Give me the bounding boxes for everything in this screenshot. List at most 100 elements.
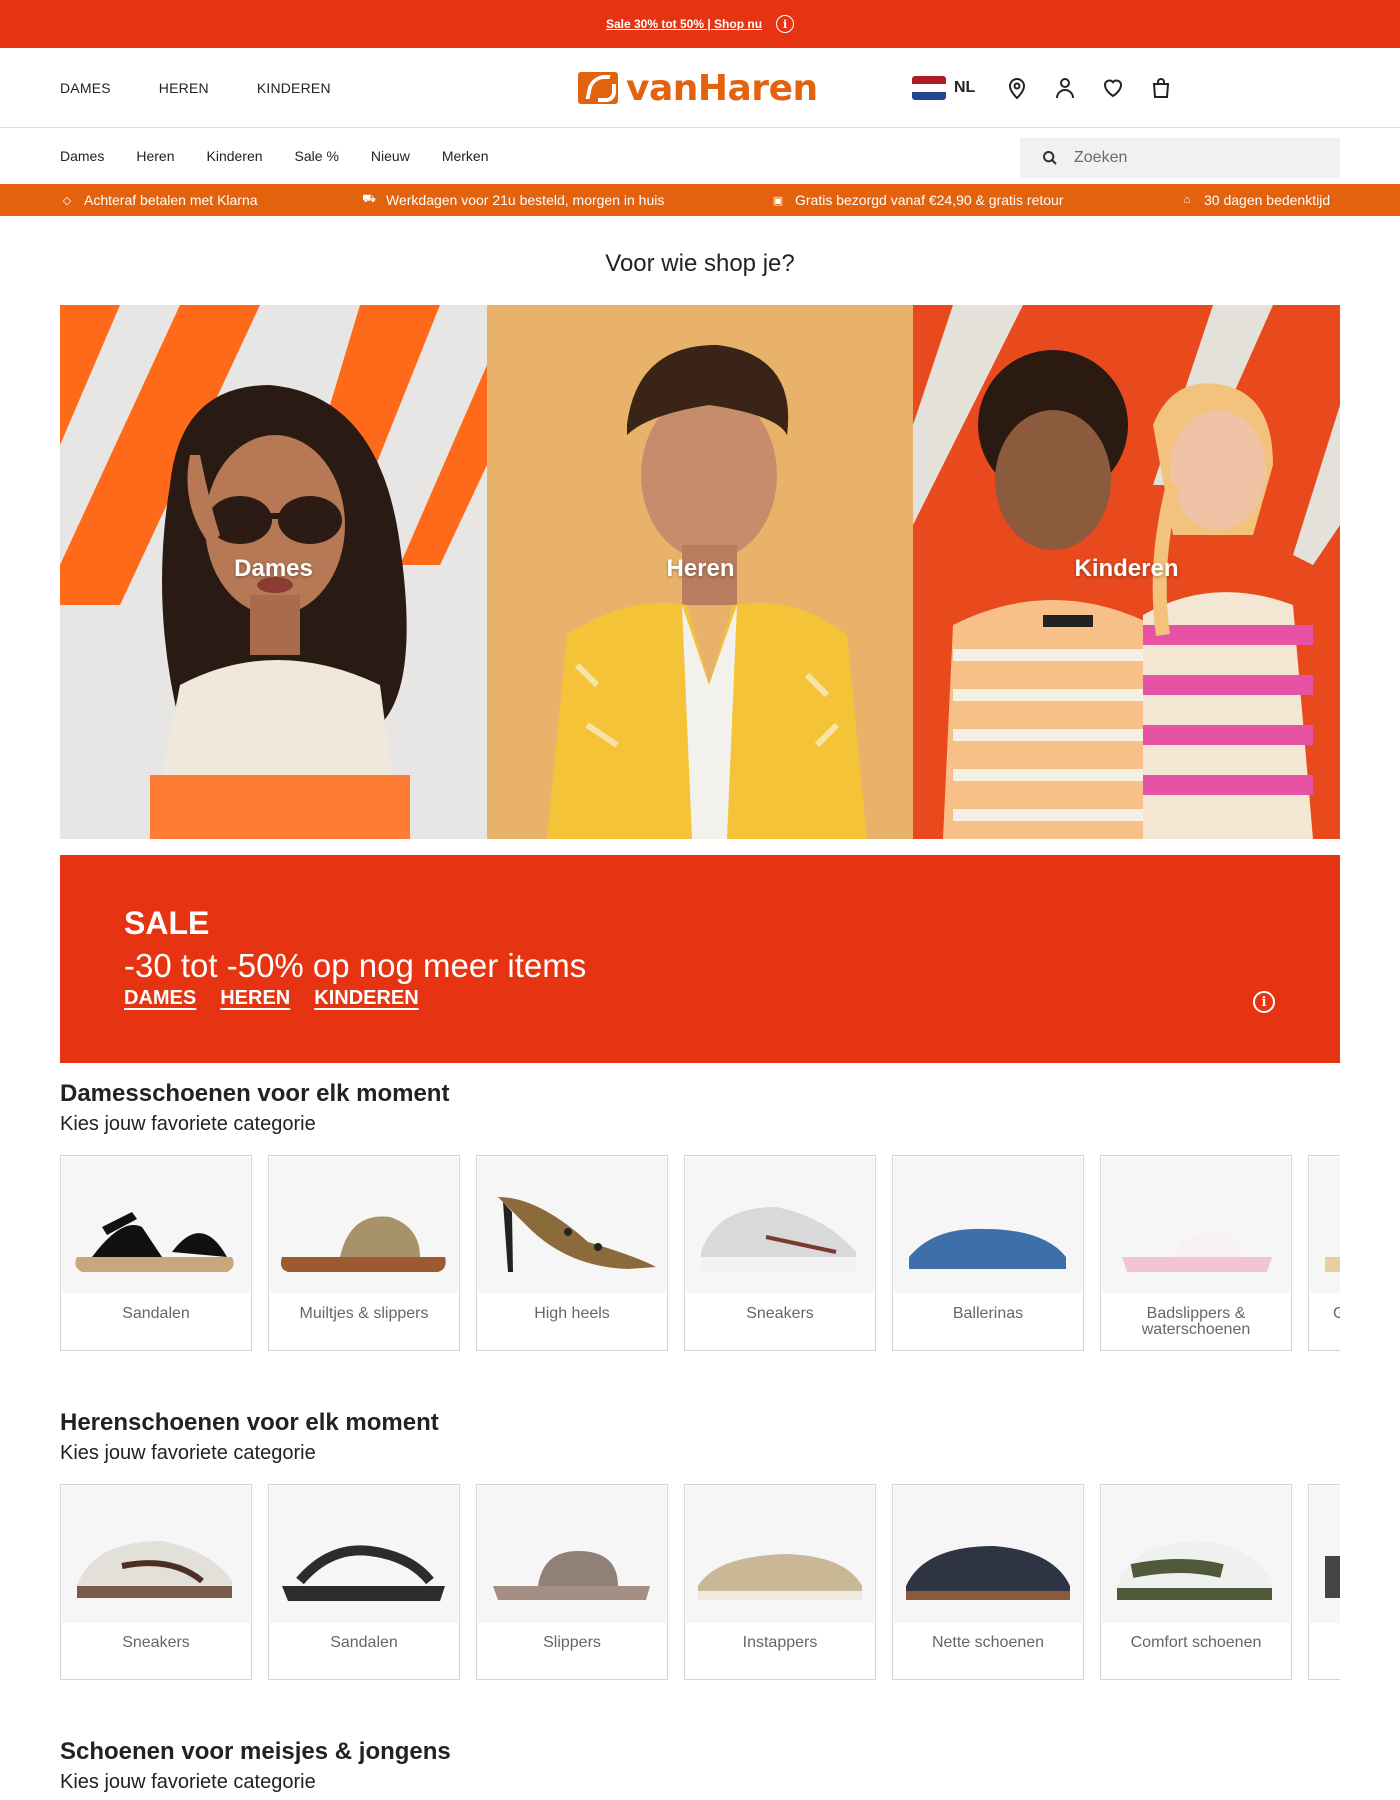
product-image	[1102, 1157, 1290, 1294]
usp-text: Achteraf betalen met Klarna	[84, 192, 258, 208]
subnav-item-sale[interactable]: Sale %	[295, 148, 339, 164]
dutch-flag-icon	[912, 76, 946, 100]
product-image	[686, 1486, 874, 1623]
category-label: Badslippers & waterschoenen	[1141, 1305, 1251, 1338]
gift-icon: ▣	[772, 194, 784, 207]
category-label: Muiltjes & slippers	[299, 1305, 429, 1322]
product-image	[686, 1157, 874, 1294]
search-icon	[1043, 151, 1057, 165]
hero-tile-label: Heren	[666, 555, 735, 582]
category-label: High heels	[534, 1305, 610, 1322]
usp-text: Gratis bezorgd vanaf €24,90 & gratis ret…	[795, 192, 1064, 208]
category-label: Ballerinas	[952, 1305, 1024, 1322]
category-label: Slippers	[543, 1634, 601, 1651]
category-card[interactable]: Muiltjes & slippers	[268, 1155, 460, 1351]
sale-banner[interactable]: SALE -30 tot -50% op nog meer items DAME…	[60, 855, 1340, 1063]
product-image	[478, 1157, 666, 1294]
product-image	[270, 1486, 458, 1623]
hero-tile-kinderen[interactable]: Kinderen	[913, 305, 1340, 839]
subnav-item-merken[interactable]: Merken	[442, 148, 489, 164]
product-image	[478, 1486, 666, 1623]
section-title-dames: Damesschoenen voor elk moment	[60, 1080, 450, 1107]
search-box[interactable]	[1020, 138, 1340, 178]
product-image	[894, 1486, 1082, 1623]
category-carousel-heren: Sneakers Sandalen Slippers Instappers Ne…	[60, 1484, 1340, 1680]
search-input[interactable]	[1074, 149, 1314, 167]
section-title-heren: Herenschoenen voor elk moment	[60, 1409, 439, 1436]
section-subtitle: Kies jouw favoriete categorie	[60, 1442, 316, 1464]
language-selector[interactable]: NL	[912, 76, 975, 100]
category-label: Sandalen	[330, 1634, 398, 1651]
category-card[interactable]: Sneakers	[60, 1484, 252, 1680]
category-label: Sandalen	[122, 1305, 190, 1322]
usp-klarna: ◇ Achteraf betalen met Klarna	[60, 184, 258, 216]
category-card[interactable]: Sandalen	[268, 1484, 460, 1680]
category-label: Sneakers	[746, 1305, 814, 1322]
sale-link-kinderen[interactable]: KINDEREN	[314, 987, 418, 1010]
product-image	[1102, 1486, 1290, 1623]
sale-title: SALE	[124, 905, 210, 941]
tag-icon: ◇	[62, 194, 72, 207]
heart-icon[interactable]	[1099, 74, 1127, 102]
category-label: Sneakers	[122, 1634, 190, 1651]
main-nav-heren[interactable]: HEREN	[159, 80, 209, 96]
account-icon[interactable]	[1051, 74, 1079, 102]
section-heading: Voor wie shop je?	[605, 250, 795, 277]
category-card[interactable]	[1308, 1484, 1340, 1680]
category-label: Nette schoenen	[931, 1634, 1045, 1651]
logo-text: vanHaren	[626, 67, 818, 109]
usp-text: 30 dagen bedenktijd	[1204, 192, 1331, 208]
product-image	[62, 1157, 250, 1294]
category-card[interactable]: Instappers	[684, 1484, 876, 1680]
shopping-bag-icon[interactable]	[1147, 74, 1175, 102]
category-card[interactable]: Slippers	[476, 1484, 668, 1680]
info-icon[interactable]: i	[776, 15, 795, 33]
product-image	[1310, 1486, 1340, 1623]
location-pin-icon[interactable]	[1003, 74, 1031, 102]
sale-subtitle: -30 tot -50% op nog meer items	[124, 947, 587, 984]
category-nav: Dames Heren Kinderen Sale % Nieuw Merken	[0, 128, 1400, 184]
category-card[interactable]: Sneakers	[684, 1155, 876, 1351]
category-card[interactable]: Comfort schoenen	[1100, 1484, 1292, 1680]
subnav-item-nieuw[interactable]: Nieuw	[371, 148, 410, 164]
usp-free-shipping: ▣ Gratis bezorgd vanaf €24,90 & gratis r…	[771, 184, 1064, 216]
hero-tile-dames[interactable]: Dames	[60, 305, 487, 839]
language-label: NL	[954, 79, 976, 96]
category-label: Comfort schoenen	[1130, 1634, 1262, 1651]
category-card[interactable]: G	[1308, 1155, 1340, 1351]
category-card[interactable]: Nette schoenen	[892, 1484, 1084, 1680]
main-nav: DAMES HEREN KINDEREN	[60, 48, 331, 128]
promo-link[interactable]: Sale 30% tot 50% | Shop nu	[606, 17, 762, 31]
category-card[interactable]: High heels	[476, 1155, 668, 1351]
category-label: Instappers	[742, 1634, 818, 1651]
category-card[interactable]: Ballerinas	[892, 1155, 1084, 1351]
product-image	[62, 1486, 250, 1623]
hero-tile-label: Kinderen	[1074, 555, 1179, 582]
hero-tile-heren[interactable]: Heren	[487, 305, 914, 839]
subnav-item-dames[interactable]: Dames	[60, 148, 104, 164]
subnav-item-heren[interactable]: Heren	[136, 148, 174, 164]
category-card[interactable]: Badslippers & waterschoenen	[1100, 1155, 1292, 1351]
sale-link-dames[interactable]: DAMES	[124, 987, 196, 1010]
subnav-item-kinderen[interactable]: Kinderen	[207, 148, 263, 164]
section-subtitle: Kies jouw favoriete categorie	[60, 1771, 316, 1793]
logo[interactable]: vanHaren	[578, 67, 818, 109]
header: DAMES HEREN KINDEREN vanHaren NL	[0, 48, 1400, 128]
product-image	[1310, 1157, 1340, 1294]
main-nav-kinderen[interactable]: KINDEREN	[257, 80, 331, 96]
truck-icon: ⛟	[362, 193, 376, 205]
header-actions: NL	[912, 48, 1175, 128]
main-nav-dames[interactable]: DAMES	[60, 80, 111, 96]
category-card[interactable]: Sandalen	[60, 1155, 252, 1351]
category-label: G	[1333, 1305, 1340, 1322]
category-carousel-dames: Sandalen Muiltjes & slippers High heels …	[60, 1155, 1340, 1351]
usp-return: ⌂ 30 dagen bedenktijd	[1180, 184, 1330, 216]
usp-delivery: ⛟ Werkdagen voor 21u besteld, morgen in …	[362, 184, 664, 216]
product-image	[894, 1157, 1082, 1294]
sale-link-heren[interactable]: HEREN	[220, 987, 290, 1010]
product-image	[270, 1157, 458, 1294]
promo-bar: Sale 30% tot 50% | Shop nu i	[0, 0, 1400, 48]
hero-tile-label: Dames	[234, 555, 313, 582]
sale-links: DAMES HEREN KINDEREN	[124, 987, 419, 1010]
info-icon[interactable]: i	[1253, 991, 1275, 1013]
